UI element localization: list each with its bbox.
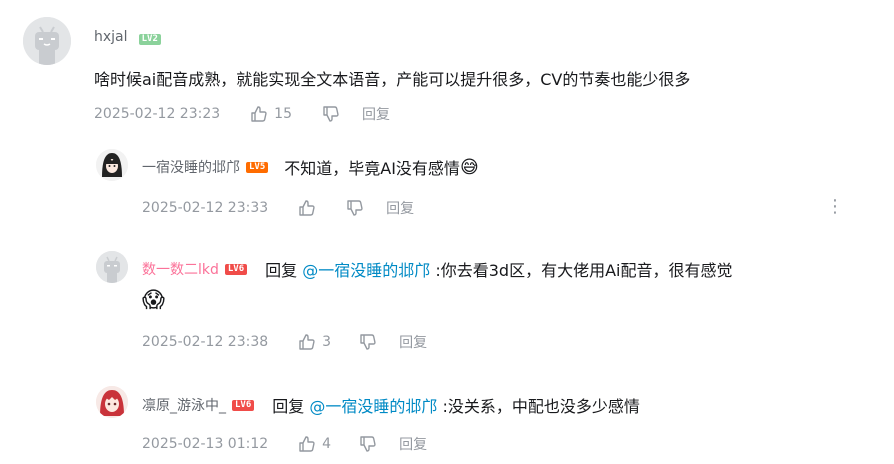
- avatar[interactable]: [23, 17, 71, 65]
- like-count: 4: [322, 436, 332, 452]
- thumbs-down-icon[interactable]: [359, 435, 377, 453]
- bilibili-default-avatar-icon: [96, 251, 128, 283]
- scared-emoji: 😱: [142, 288, 165, 313]
- reply-button[interactable]: 回复: [399, 332, 427, 352]
- anime-avatar-icon: [96, 149, 128, 181]
- thumbs-up-icon[interactable]: [298, 435, 316, 453]
- thumbs-down-icon[interactable]: [359, 333, 377, 351]
- reply-prefix: 回复: [265, 261, 303, 280]
- reply-prefix: 回复: [272, 397, 310, 416]
- mention-link[interactable]: @一宿没睡的邶邝: [302, 261, 430, 280]
- comment-meta: 2025-02-12 23:23 15 回复: [94, 104, 390, 124]
- level-badge: LV5: [246, 161, 269, 173]
- level-badge: LV6: [224, 263, 248, 275]
- thumbs-up-icon[interactable]: [298, 199, 316, 217]
- thumbs-down-icon[interactable]: [346, 199, 364, 217]
- reply-button[interactable]: 回复: [362, 104, 390, 124]
- thumbs-up-icon[interactable]: [250, 105, 268, 123]
- timestamp: 2025-02-13 01:12: [142, 436, 269, 452]
- like-count: 3: [322, 334, 332, 350]
- reply-button[interactable]: 回复: [399, 434, 427, 454]
- avatar[interactable]: [96, 386, 128, 418]
- timestamp: 2025-02-12 23:38: [142, 334, 269, 350]
- mention-link[interactable]: @一宿没睡的邶邝: [309, 397, 437, 416]
- username[interactable]: 一宿没睡的邶邝: [142, 157, 240, 177]
- reply-text: :你去看3d区，有大佬用Ai配音，很有感觉: [430, 261, 733, 280]
- reply-meta: 2025-02-12 23:38 3 回复: [142, 332, 427, 352]
- reply-text: 不知道，毕竟AI没有感情: [284, 159, 460, 178]
- anime-avatar-icon: [96, 386, 128, 418]
- username[interactable]: hxjal: [94, 29, 128, 45]
- like-count: 15: [274, 106, 292, 122]
- thumbs-up-icon[interactable]: [298, 333, 316, 351]
- reply-button[interactable]: 回复: [386, 198, 414, 218]
- sweat-smile-emoji: 😅: [459, 156, 479, 178]
- reply-meta: 2025-02-12 23:33 回复: [142, 198, 414, 218]
- bilibili-default-avatar-icon: [23, 17, 71, 65]
- more-vertical-icon[interactable]: ⋮: [826, 196, 844, 217]
- reply-text: :没关系，中配也没多少感情: [437, 397, 640, 416]
- reply-meta: 2025-02-13 01:12 4 回复: [142, 434, 427, 454]
- level-badge: LV2: [138, 34, 161, 45]
- avatar[interactable]: [96, 149, 128, 181]
- username[interactable]: 凛原_游泳中_: [142, 395, 226, 415]
- username[interactable]: 数一数二lkd: [142, 259, 219, 279]
- avatar[interactable]: [96, 251, 128, 283]
- level-badge: LV6: [232, 399, 255, 411]
- timestamp: 2025-02-12 23:33: [142, 200, 269, 216]
- timestamp: 2025-02-12 23:23: [94, 106, 221, 122]
- thumbs-down-icon[interactable]: [322, 105, 340, 123]
- comment-text: 啥时候ai配音成熟，就能实现全文本语音，产能可以提升很多，CV的节奏也能少很多: [94, 70, 691, 89]
